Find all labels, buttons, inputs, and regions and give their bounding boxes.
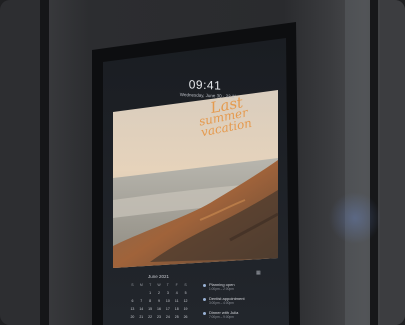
door-seam-left [40,0,49,325]
event-time: 3:00pm – 4:00pm [209,301,234,305]
weekday: F [175,283,178,287]
calendar-day[interactable]: 21 [137,315,146,319]
event-time: 7:00pm – 9:00pm [209,315,234,319]
weekday: S [184,283,187,287]
weekday: M [139,283,143,287]
calendar-day[interactable]: 3 [163,291,172,295]
event-item[interactable]: Dinner with Julia 7:00pm – 9:00pm [203,310,273,323]
calendar-day[interactable]: 13 [128,307,137,311]
calendar-day[interactable]: 18 [172,307,181,311]
calendar-day[interactable]: 15 [146,307,155,311]
calendar-day[interactable] [128,291,137,295]
calendar-day[interactable]: 14 [137,307,146,311]
weekday: T [166,283,169,287]
weekday: S [131,283,134,287]
calendar-day[interactable]: 7 [137,299,146,303]
event-list: Planning open 1:00pm – 2:00pm Dentist ap… [203,282,273,324]
calendar-day[interactable]: 1 [146,291,155,295]
calendar-day[interactable]: 11 [172,299,181,303]
calendar-day[interactable]: 4 [172,291,181,295]
weekday: T [149,283,152,287]
calendar-day[interactable]: 8 [146,299,155,303]
weekday: W [157,283,161,287]
calendar-day[interactable]: 9 [155,299,164,303]
event-dot-icon [203,312,206,315]
lens-glow [329,192,381,244]
calendar-day[interactable]: 24 [163,315,172,319]
event-dot-icon [203,284,206,287]
calendar-icon[interactable]: ▦ [256,270,265,276]
calendar-day[interactable]: 6 [128,299,137,303]
calendar-weekdays: S M T W T F S [128,283,190,287]
calendar-day[interactable]: 10 [163,299,172,303]
calendar-day[interactable]: 25 [172,315,181,319]
calendar-month[interactable]: June 2021 [148,274,169,279]
event-time: 1:00pm – 2:00pm [209,287,234,291]
calendar-day[interactable]: 20 [128,315,137,319]
event-item[interactable]: Dentist appointment 3:00pm – 4:00pm [203,296,273,309]
calendar-day[interactable]: 17 [163,307,172,311]
calendar-day[interactable]: 23 [155,315,164,319]
calendar-day[interactable]: 12 [181,299,190,303]
fridge-scene: 09:41 Wednesday, June 30 · 22.3° Last su… [0,0,405,325]
calendar-day[interactable]: 16 [155,307,164,311]
calendar-day[interactable]: 2 [155,291,164,295]
event-dot-icon [203,298,206,301]
cabinet-side [380,0,405,325]
calendar-day[interactable]: 26 [181,315,190,319]
fridge-photo [0,0,405,325]
calendar-grid: 1 2 3 4 5 6 7 8 9 10 11 12 13 14 15 16 17 18 19 20 21 22 23 24 2… [128,291,190,319]
calendar-day[interactable]: 22 [146,315,155,319]
calendar-day[interactable]: 5 [181,291,190,295]
door-edge-left [0,0,40,325]
calendar-day[interactable]: 19 [181,307,190,311]
calendar-day[interactable] [137,291,146,295]
door-seam-right [370,0,378,325]
event-item[interactable]: Planning open 1:00pm – 2:00pm [203,282,273,295]
